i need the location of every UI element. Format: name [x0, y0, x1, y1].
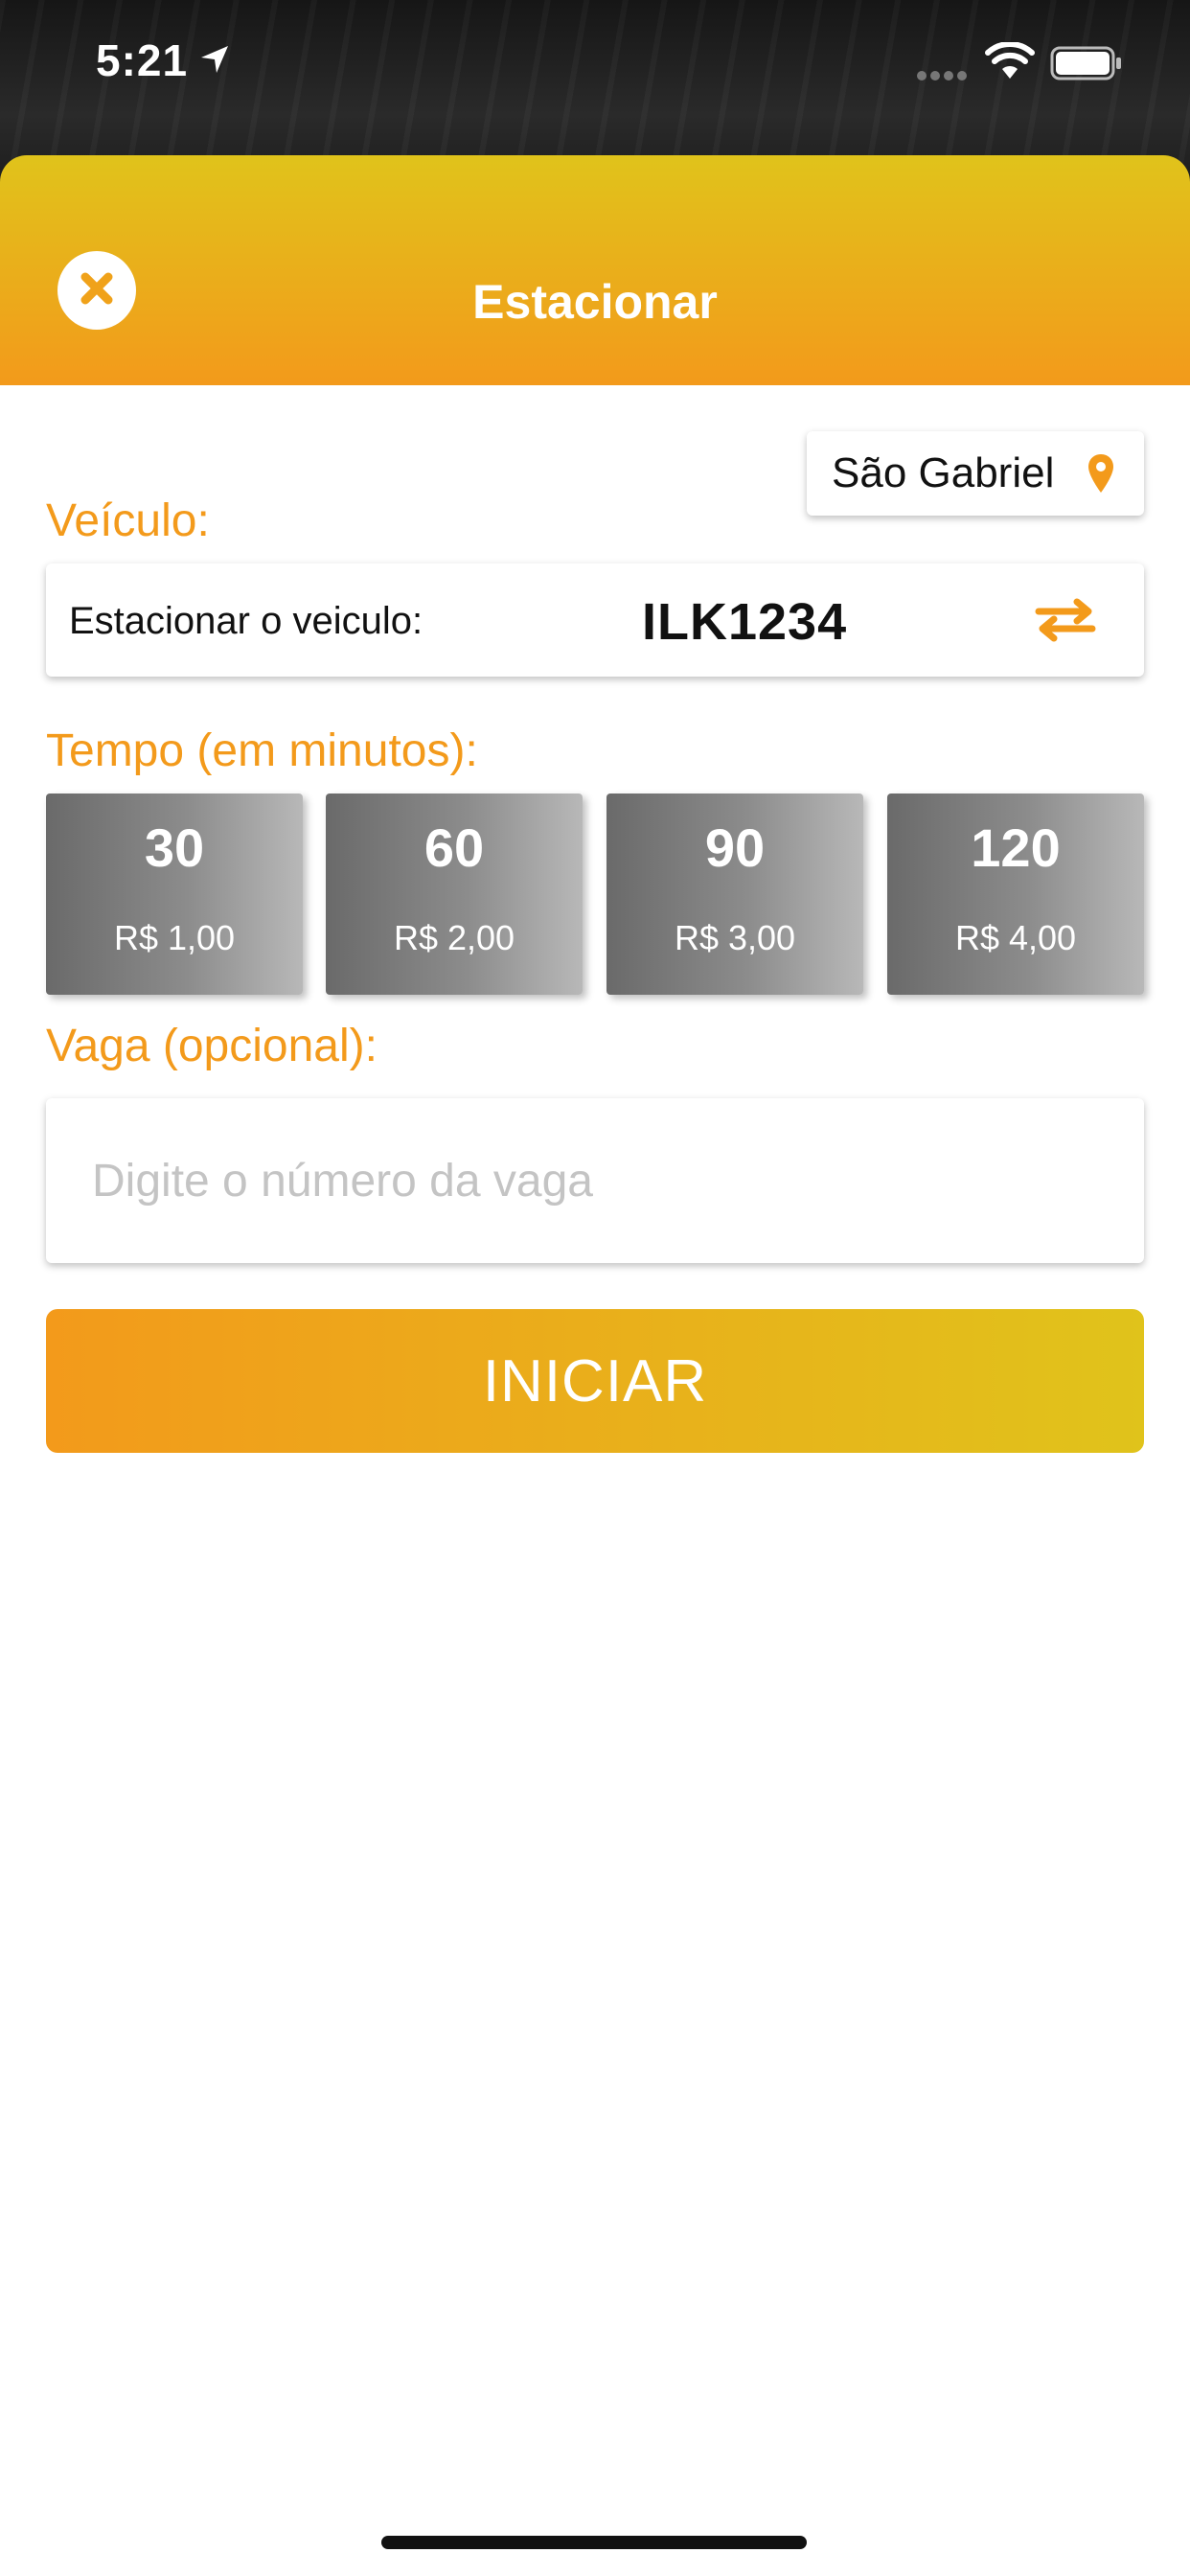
signal-icon	[916, 69, 970, 86]
city-name: São Gabriel	[832, 449, 1055, 496]
time-option-60[interactable]: 60 R$ 2,00	[326, 794, 583, 995]
time-option-minutes: 90	[704, 817, 766, 878]
time-option-120[interactable]: 120 R$ 4,00	[887, 794, 1144, 995]
city-selector[interactable]: São Gabriel	[807, 431, 1144, 516]
time-option-30[interactable]: 30 R$ 1,00	[46, 794, 303, 995]
vehicle-selector[interactable]: Estacionar o veiculo: ILK1234	[46, 564, 1144, 677]
battery-icon	[1050, 46, 1123, 85]
time-option-minutes: 120	[971, 817, 1061, 878]
vehicle-section-label: Veículo:	[46, 495, 210, 546]
header: Estacionar	[0, 155, 1190, 385]
time-option-minutes: 60	[423, 817, 485, 878]
time-option-price: R$ 3,00	[674, 918, 796, 957]
time-option-minutes: 30	[144, 817, 205, 878]
time-option-price: R$ 2,00	[393, 918, 515, 957]
vaga-section-label: Vaga (opcional):	[46, 1021, 378, 1071]
time-option-price: R$ 4,00	[954, 918, 1077, 957]
vehicle-prompt: Estacionar o veiculo:	[69, 600, 423, 642]
swap-vehicle-icon[interactable]	[1035, 596, 1096, 649]
vehicle-plate: ILK1234	[642, 593, 848, 651]
page-title: Estacionar	[472, 275, 718, 329]
time-option-90[interactable]: 90 R$ 3,00	[606, 794, 863, 995]
time-option-price: R$ 1,00	[113, 918, 236, 957]
status-time: 5:21	[96, 35, 189, 85]
time-section-label: Tempo (em minutos):	[46, 725, 478, 776]
vaga-number-input[interactable]	[46, 1098, 1144, 1263]
time-options: 30 R$ 1,00 60 R$ 2,00 90 R$ 3,00 120 R$ …	[46, 794, 1144, 995]
wifi-icon	[985, 41, 1035, 85]
map-pin-icon	[1087, 452, 1115, 499]
start-button[interactable]: INICIAR	[46, 1309, 1144, 1453]
location-arrow-icon	[199, 44, 230, 80]
home-indicator	[381, 2536, 807, 2549]
